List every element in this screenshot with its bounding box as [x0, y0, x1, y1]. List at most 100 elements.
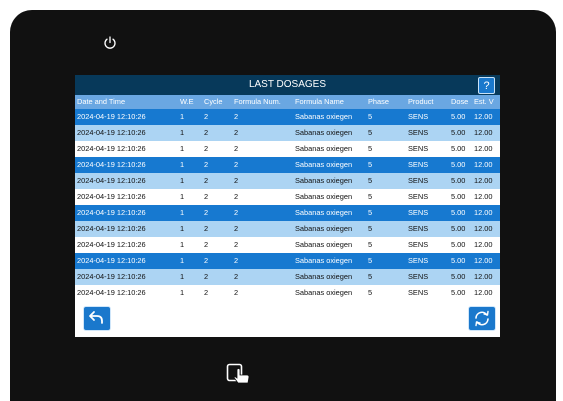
cell-cycle: 2	[204, 288, 209, 297]
cell-est-v: 12.00	[474, 144, 493, 153]
cell-dose: 5.00	[451, 240, 466, 249]
cell-formula-name: Sabanas oxiegen	[295, 192, 353, 201]
column-formula-name: Formula Name	[295, 97, 344, 106]
cell-product: SENS	[408, 208, 429, 217]
cell-date-time: 2024-04-19 12:10:26	[77, 208, 146, 217]
cell-formula-name: Sabanas oxiegen	[295, 144, 353, 153]
cell-formula-name: Sabanas oxiegen	[295, 272, 353, 281]
cell-formula-name: Sabanas oxiegen	[295, 128, 353, 137]
table-row[interactable]: 2024-04-19 12:10:26 1 2 2 Sabanas oxiegen 5 SE…	[75, 173, 500, 189]
cell-cycle: 2	[204, 112, 209, 121]
cell-we: 1	[180, 192, 185, 201]
table-row[interactable]: 2024-04-19 12:10:26 1 2 2 Sabanas oxiegen 5 SE…	[75, 253, 500, 269]
cell-product: SENS	[408, 128, 429, 137]
cell-est-v: 12.00	[474, 176, 493, 185]
cell-we: 1	[180, 144, 185, 153]
cell-cycle: 2	[204, 176, 209, 185]
cell-formula-name: Sabanas oxiegen	[295, 224, 353, 233]
cell-product: SENS	[408, 240, 429, 249]
table-header: Date and Time W.E Cycle Formula Num. For…	[75, 95, 500, 109]
cell-dose: 5.00	[451, 192, 466, 201]
title-bar: LAST DOSAGES ?	[75, 75, 500, 95]
column-formula-num: Formula Num.	[234, 97, 281, 106]
cell-dose: 5.00	[451, 224, 466, 233]
column-date-time: Date and Time	[77, 97, 126, 106]
cell-date-time: 2024-04-19 12:10:26	[77, 144, 146, 153]
table-row[interactable]: 2024-04-19 12:10:26 1 2 2 Sabanas oxiegen 5 SE…	[75, 141, 500, 157]
cell-we: 1	[180, 272, 185, 281]
cell-cycle: 2	[204, 256, 209, 265]
power-icon[interactable]	[102, 35, 118, 51]
cell-cycle: 2	[204, 192, 209, 201]
cell-date-time: 2024-04-19 12:10:26	[77, 176, 146, 185]
cell-phase: 5	[368, 208, 373, 217]
cell-formula-num: 2	[234, 272, 239, 281]
column-dose: Dose	[451, 97, 469, 106]
cell-we: 1	[180, 288, 185, 297]
table-row[interactable]: 2024-04-19 12:10:26 1 2 2 Sabanas oxiegen 5 SE…	[75, 205, 500, 221]
cell-formula-num: 2	[234, 144, 239, 153]
cell-est-v: 12.00	[474, 112, 493, 121]
cell-formula-name: Sabanas oxiegen	[295, 208, 353, 217]
column-cycle: Cycle	[204, 97, 223, 106]
cell-dose: 5.00	[451, 208, 466, 217]
cell-dose: 5.00	[451, 112, 466, 121]
cell-phase: 5	[368, 256, 373, 265]
cell-we: 1	[180, 176, 185, 185]
cell-cycle: 2	[204, 144, 209, 153]
cell-cycle: 2	[204, 160, 209, 169]
cell-date-time: 2024-04-19 12:10:26	[77, 128, 146, 137]
cell-est-v: 12.00	[474, 128, 493, 137]
cell-formula-name: Sabanas oxiegen	[295, 240, 353, 249]
cell-dose: 5.00	[451, 272, 466, 281]
cell-dose: 5.00	[451, 256, 466, 265]
cell-phase: 5	[368, 192, 373, 201]
table-row[interactable]: 2024-04-19 12:10:26 1 2 2 Sabanas oxiegen 5 SE…	[75, 109, 500, 125]
cell-dose: 5.00	[451, 128, 466, 137]
cell-formula-num: 2	[234, 176, 239, 185]
cell-phase: 5	[368, 112, 373, 121]
cell-formula-num: 2	[234, 224, 239, 233]
cell-cycle: 2	[204, 240, 209, 249]
help-button[interactable]: ?	[478, 77, 495, 94]
table-row[interactable]: 2024-04-19 12:10:26 1 2 2 Sabanas oxiegen 5 SE…	[75, 125, 500, 141]
cell-we: 1	[180, 160, 185, 169]
table-row[interactable]: 2024-04-19 12:10:26 1 2 2 Sabanas oxiegen 5 SE…	[75, 237, 500, 253]
cell-formula-name: Sabanas oxiegen	[295, 176, 353, 185]
refresh-icon	[475, 310, 489, 327]
cell-est-v: 12.00	[474, 240, 493, 249]
dosage-screen: LAST DOSAGES ? Date and Time W.E Cycle F…	[75, 75, 500, 337]
cell-est-v: 12.00	[474, 224, 493, 233]
table-row[interactable]: 2024-04-19 12:10:26 1 2 2 Sabanas oxiegen 5 SE…	[75, 221, 500, 237]
cell-product: SENS	[408, 192, 429, 201]
cell-product: SENS	[408, 224, 429, 233]
column-we: W.E	[180, 97, 194, 106]
cell-dose: 5.00	[451, 288, 466, 297]
cell-date-time: 2024-04-19 12:10:26	[77, 240, 146, 249]
cell-we: 1	[180, 256, 185, 265]
cell-phase: 5	[368, 240, 373, 249]
cell-phase: 5	[368, 272, 373, 281]
cell-we: 1	[180, 224, 185, 233]
column-est-v: Est. V	[474, 97, 494, 106]
cell-date-time: 2024-04-19 12:10:26	[77, 288, 146, 297]
cell-formula-num: 2	[234, 192, 239, 201]
cell-product: SENS	[408, 256, 429, 265]
column-phase: Phase	[368, 97, 389, 106]
back-button[interactable]	[83, 306, 111, 331]
refresh-button[interactable]	[468, 306, 496, 331]
cell-phase: 5	[368, 224, 373, 233]
table-row[interactable]: 2024-04-19 12:10:26 1 2 2 Sabanas oxiegen 5 SE…	[75, 189, 500, 205]
cell-formula-name: Sabanas oxiegen	[295, 256, 353, 265]
cell-date-time: 2024-04-19 12:10:26	[77, 224, 146, 233]
cell-date-time: 2024-04-19 12:10:26	[77, 192, 146, 201]
cell-product: SENS	[408, 144, 429, 153]
cell-cycle: 2	[204, 224, 209, 233]
cell-dose: 5.00	[451, 144, 466, 153]
table-row[interactable]: 2024-04-19 12:10:26 1 2 2 Sabanas oxiegen 5 SE…	[75, 285, 500, 301]
table-row[interactable]: 2024-04-19 12:10:26 1 2 2 Sabanas oxiegen 5 SE…	[75, 157, 500, 173]
cell-est-v: 12.00	[474, 288, 493, 297]
table-row[interactable]: 2024-04-19 12:10:26 1 2 2 Sabanas oxiegen 5 SE…	[75, 269, 500, 285]
cell-product: SENS	[408, 288, 429, 297]
cell-formula-name: Sabanas oxiegen	[295, 112, 353, 121]
